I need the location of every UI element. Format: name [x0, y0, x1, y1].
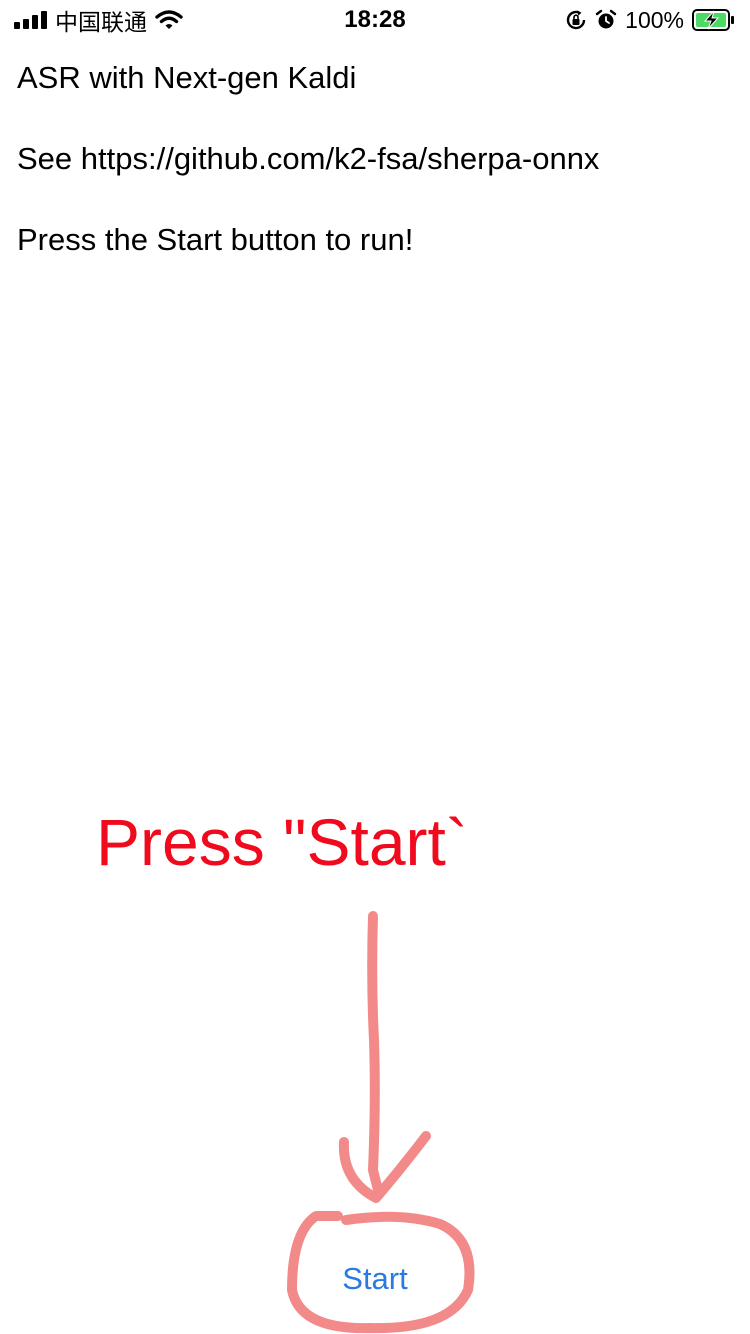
annotation-arrow-shaft: [367, 911, 383, 1195]
annotation-arrow-head: [338, 1131, 431, 1203]
start-button[interactable]: Start: [300, 1254, 450, 1304]
annotation-drawing: [287, 911, 475, 1334]
